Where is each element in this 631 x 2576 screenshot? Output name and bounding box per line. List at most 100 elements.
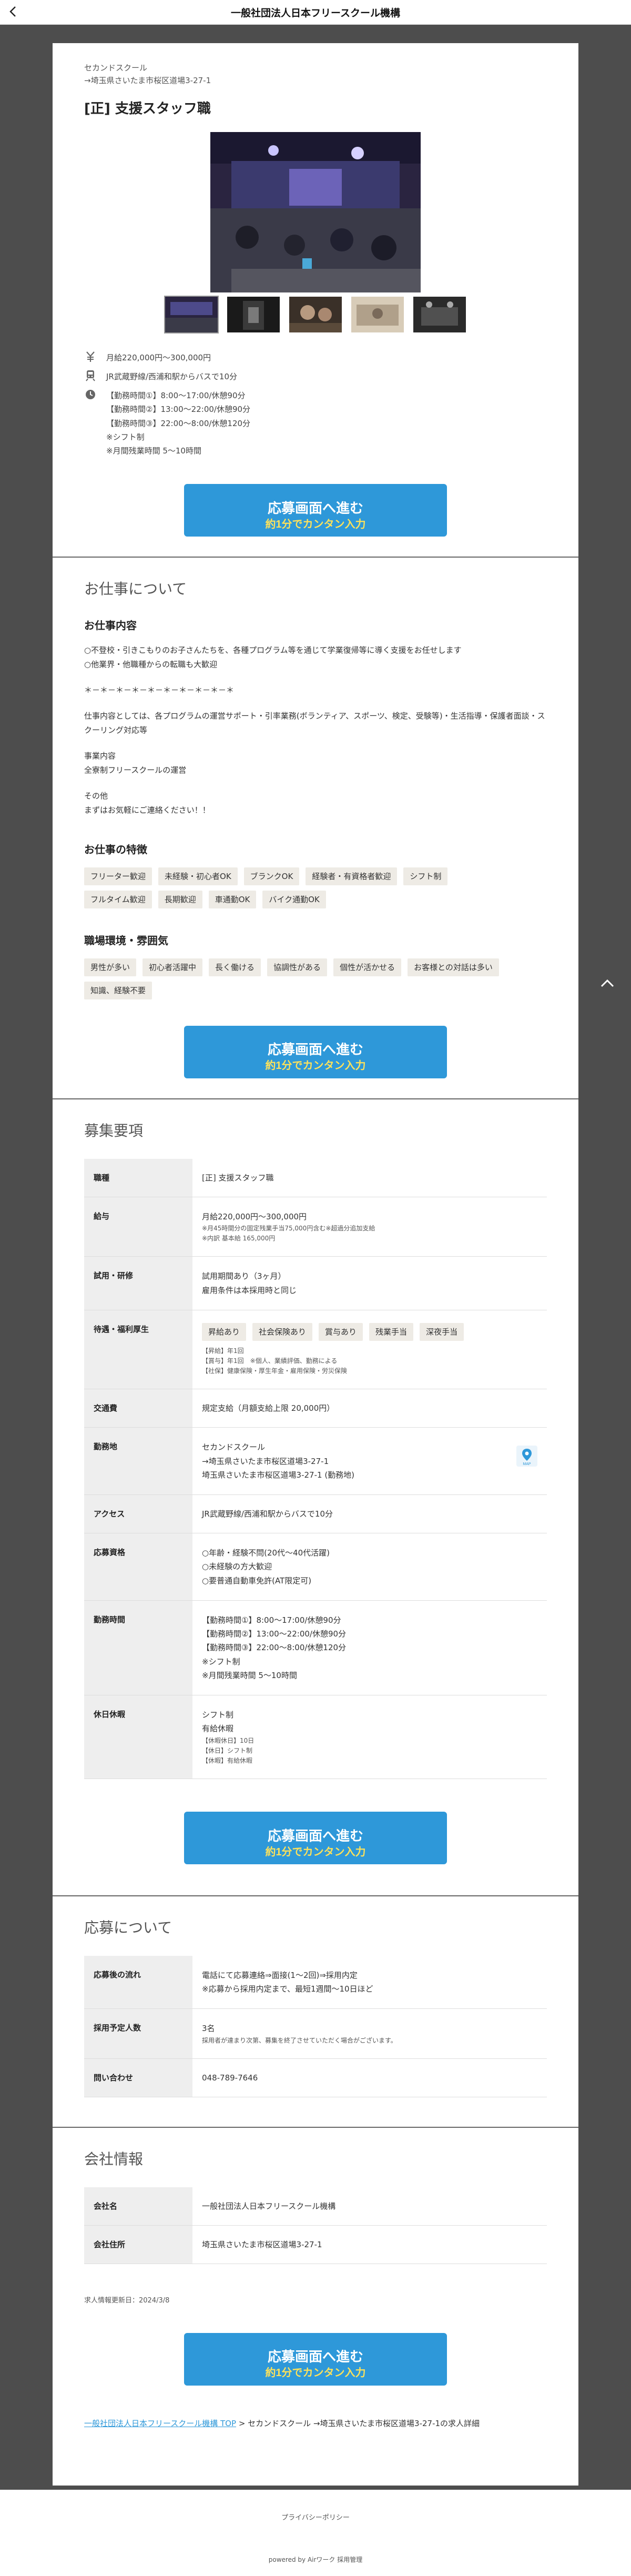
updated-date: 求人情報更新日：2024/3/8 [84, 2296, 170, 2305]
hours-line: ※シフト制 [202, 1656, 240, 1666]
benefit-note: 【昇給】年1回 [202, 1347, 244, 1355]
hours-line: 【勤務時間①】8:00〜17:00/休憩90分 [202, 1615, 341, 1625]
apply-button[interactable]: 応募画面へ進む 約1分でカンタン入力 [184, 484, 447, 537]
apply-button[interactable]: 応募画面へ進む 約1分でカンタン入力 [184, 1812, 447, 1865]
hours-line: 【勤務時間②】13:00〜22:00/休憩90分 [202, 1629, 347, 1639]
row-label: 給与 [84, 1197, 192, 1257]
environment-tag: 初心者活躍中 [143, 958, 203, 976]
row-value: 試用期間あり（3ヶ月） 雇用条件は本採用時と同じ [192, 1256, 547, 1310]
scroll-top-chevron-icon[interactable] [594, 971, 620, 997]
main-content: セカンドスクール →埼玉県さいたま市桜区道場3-27-1 [正] 支援スタッフ職 [53, 43, 578, 2486]
table-row: 採用予定人数 3名 採用者が達まり次第、募集を終了させていただく場合がございます… [84, 2008, 547, 2059]
company-section: 会社情報 会社名 一般社団法人日本フリースクール機構 会社住所 埼玉県さいたま市… [53, 2128, 578, 2486]
photo-thumbnails [84, 296, 547, 332]
environment-tag: 男性が多い [84, 958, 137, 976]
photo-thumbnail[interactable] [165, 296, 218, 332]
row-label: 応募資格 [84, 1533, 192, 1601]
feature-tag: フルタイム歓迎 [84, 890, 152, 908]
yen-icon [86, 351, 95, 362]
feature-tag: シフト制 [403, 867, 448, 885]
job-content-title: お仕事内容 [84, 619, 137, 632]
environment-tags: 男性が多い 初心者活躍中 長く働ける 協調性がある 個性が活かせる お客様との対… [84, 958, 515, 999]
section-title-company: 会社情報 [84, 2150, 144, 2168]
photo-thumbnail[interactable] [351, 296, 404, 332]
row-value: シフト制 有給休暇 【休暇休日】10日 【休日】シフト制 【休暇】有給休暇 [192, 1695, 547, 1780]
requirements-section: 募集要項 職種 [正] 支援スタッフ職 給与 月給220,000円〜300,00… [53, 1099, 578, 1896]
row-label: 試用・研修 [84, 1256, 192, 1310]
hours-row: 【勤務時間①】8:00〜17:00/休憩90分 【勤務時間②】13:00〜22:… [84, 389, 547, 458]
benefit-tag: 賞与あり [319, 1322, 363, 1341]
apply-button-label: 応募画面へ進む [267, 500, 363, 516]
apply-button-sublabel: 約1分でカンタン入力 [265, 1060, 366, 1072]
map-pin-icon[interactable]: MAP [516, 1446, 537, 1467]
trial-line: 試用期間あり（3ヶ月） [202, 1271, 286, 1281]
feature-tags: フリーター歓迎 未経験・初心者OK ブランクOK 経験者・有資格者歓迎 シフト制… [84, 867, 515, 908]
powered-by: powered by Airワーク 採用管理 [268, 2556, 363, 2563]
feature-tag: 経験者・有資格者歓迎 [306, 867, 398, 885]
table-row: 会社住所 埼玉県さいたま市桜区道場3-27-1 [84, 2225, 547, 2264]
feature-tag: フリーター歓迎 [84, 867, 152, 885]
benefit-tag: 残業手当 [369, 1322, 414, 1341]
trial-line: 雇用条件は本採用時と同じ [202, 1285, 297, 1295]
company-table: 会社名 一般社団法人日本フリースクール機構 会社住所 埼玉県さいたま市桜区道場3… [84, 2187, 547, 2264]
table-row: 勤務地 MAP セカンドスクール →埼玉県さいたま市桜区道場3-27-1 埼玉県… [84, 1427, 547, 1496]
apply-button-label: 応募画面へ進む [267, 1042, 363, 1058]
privacy-policy-link[interactable]: プライバシーポリシー [0, 2513, 631, 2524]
job-title: [正] 支援スタッフ職 [84, 101, 211, 117]
table-row: 応募資格 ○年齢・経験不問(20代〜40代活躍) ○未経験の方大歓迎 ○要普通自… [84, 1533, 547, 1601]
flow-line: ※応募から採用内定まで、最短1週間〜10日ほど [202, 1984, 373, 1994]
photo-thumbnail[interactable] [289, 296, 342, 332]
feature-tag: バイク通勤OK [262, 890, 326, 908]
section-title-requirements: 募集要項 [84, 1122, 144, 1139]
photo-thumbnail[interactable] [227, 296, 280, 332]
hours-line: ※シフト制 [106, 432, 145, 442]
apply-button-label: 応募画面へ進む [267, 1827, 363, 1844]
flow-line: 電話にて応募連絡⇒面接(1〜2回)⇒採用内定 [202, 1970, 358, 1980]
photo-thumbnail[interactable] [413, 296, 466, 332]
row-label: アクセス [84, 1494, 192, 1534]
apply-button[interactable]: 応募画面へ進む 約1分でカンタン入力 [184, 2332, 447, 2386]
row-label: 交通費 [84, 1389, 192, 1428]
application-table: 応募後の流れ 電話にて応募連絡⇒面接(1〜2回)⇒採用内定 ※応募から採用内定ま… [84, 1955, 547, 2097]
row-value: JR武蔵野線/西浦和駅からバスで10分 [192, 1494, 547, 1534]
apply-button-sublabel: 約1分でカンタン入力 [265, 2367, 366, 2379]
feature-tag: 長期歓迎 [158, 890, 202, 908]
description-line: 事業内容 [84, 751, 116, 761]
requirements-table: 職種 [正] 支援スタッフ職 給与 月給220,000円〜300,000円 ※月… [84, 1158, 547, 1780]
salary-value: 月給220,000円〜300,000円 [202, 1211, 307, 1221]
row-value: [正] 支援スタッフ職 [192, 1158, 547, 1197]
hours-line: 【勤務時間③】22:00〜8:00/休憩120分 [106, 418, 251, 428]
row-label: 休日休暇 [84, 1695, 192, 1780]
job-description: ○不登校・引きこもりのお子さんたちを、各種プログラム等を通じて学業復帰等に導く支… [84, 643, 547, 817]
description-line: ＊－＊－＊－＊－＊－＊－＊－＊－＊－＊ [84, 685, 235, 695]
salary-note: ※月45時間分の固定残業手当75,000円含む※超過分追加支給 [202, 1225, 375, 1233]
features-title: お仕事の特徴 [84, 843, 147, 856]
train-icon [86, 370, 95, 381]
clock-icon [86, 390, 95, 400]
hours-line: ※月間残業時間 5〜10時間 [106, 446, 201, 456]
benefit-tag: 深夜手当 [420, 1322, 464, 1341]
access-row: JR武蔵野線/西浦和駅からバスで10分 [84, 370, 547, 383]
benefit-note: 【賞与】年1回 ※個人、業績評価、勤務による [202, 1357, 338, 1365]
apply-button[interactable]: 応募画面へ進む 約1分でカンタン入力 [184, 1025, 447, 1078]
environment-tag: 知識、経験不要 [84, 981, 152, 999]
job-summary-card: セカンドスクール →埼玉県さいたま市桜区道場3-27-1 [正] 支援スタッフ職 [53, 43, 578, 558]
apply-button-sublabel: 約1分でカンタン入力 [265, 518, 366, 530]
feature-tag: ブランクOK [243, 867, 300, 885]
row-label: 待遇・福利厚生 [84, 1310, 192, 1390]
environment-tag: 長く働ける [209, 958, 261, 976]
page-footer: プライバシーポリシー powered by Airワーク 採用管理 [0, 2490, 631, 2576]
salary-text: 月給220,000円〜300,000円 [106, 352, 211, 362]
section-title-application: 応募について [84, 1919, 172, 1936]
description-line: ○不登校・引きこもりのお子さんたちを、各種プログラム等を通じて学業復帰等に導く支… [84, 645, 462, 655]
description-line: その他 [84, 791, 108, 801]
breadcrumb-top-link[interactable]: 一般社団法人日本フリースクール機構 TOP [84, 2419, 236, 2428]
row-label: 勤務地 [84, 1427, 192, 1496]
company-name: 一般社団法人日本フリースクール機構 [192, 2187, 547, 2226]
feature-tag: 未経験・初心者OK [158, 867, 238, 885]
qualification-line: ○未経験の方大歓迎 [202, 1562, 272, 1572]
headcount-note: 採用者が達まり次第、募集を終了させていただく場合がございます。 [202, 2036, 397, 2044]
environment-title: 職場環境・雰囲気 [84, 934, 168, 947]
school-address: →埼玉県さいたま市桜区道場3-27-1 [84, 76, 211, 85]
salary-note: ※内訳 基本給 165,000円 [202, 1235, 276, 1242]
